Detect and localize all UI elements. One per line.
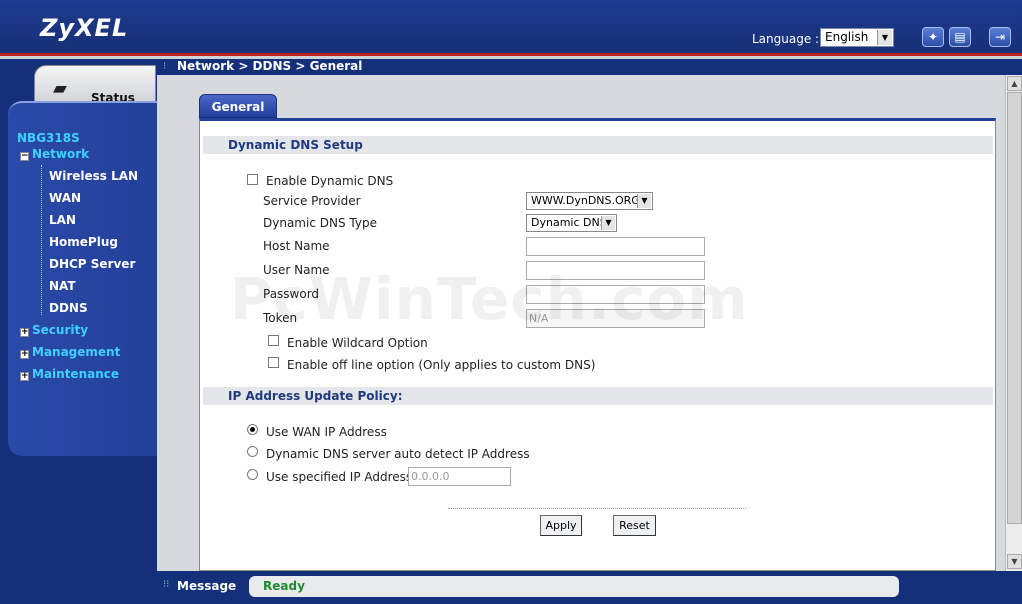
- enable-ddns-checkbox[interactable]: [247, 174, 258, 185]
- offline-option-checkbox[interactable]: [268, 357, 279, 368]
- expand-icon[interactable]: +: [20, 328, 29, 337]
- collapse-icon[interactable]: −: [20, 152, 29, 161]
- language-label: Language :: [752, 32, 820, 46]
- sidebar-item-label: Management: [32, 345, 121, 359]
- chevron-down-icon: ▼: [637, 194, 651, 208]
- vertical-scrollbar[interactable]: ▲ ▼: [1005, 75, 1022, 571]
- scroll-thumb[interactable]: [1007, 92, 1022, 524]
- breadcrumb-icon: ⁝: [163, 61, 167, 72]
- service-provider-select[interactable]: WWW.DynDNS.ORG ▼: [526, 192, 653, 210]
- specified-ip-radio[interactable]: [247, 469, 258, 480]
- use-wan-ip-radio[interactable]: [247, 424, 258, 435]
- settings-panel: Dynamic DNS Setup Enable Dynamic DNS Ser…: [199, 118, 996, 571]
- divider: [448, 508, 746, 509]
- dns-type-select[interactable]: Dynamic DNS ▼: [526, 214, 617, 232]
- message-box: Ready: [249, 576, 899, 597]
- specified-ip-input[interactable]: 0.0.0.0: [408, 467, 511, 486]
- service-provider-label: Service Provider: [263, 194, 361, 208]
- sidebar-item-security[interactable]: + Security: [20, 323, 88, 337]
- status-bar: ⁝⁝ Message Ready: [157, 571, 1022, 604]
- offline-option-label: Enable off line option (Only applies to …: [287, 358, 596, 372]
- auto-detect-ip-label: Dynamic DNS server auto detect IP Addres…: [266, 447, 530, 461]
- breadcrumb-bar: ⁝ Network > DDNS > General: [157, 59, 1022, 75]
- enable-ddns-label: Enable Dynamic DNS: [266, 174, 394, 188]
- sidebar-item-management[interactable]: + Management: [20, 345, 120, 359]
- chevron-down-icon: ▼: [601, 216, 615, 230]
- sidebar-item-label: Network: [32, 147, 90, 161]
- reset-button[interactable]: Reset: [613, 515, 656, 536]
- use-wan-ip-label: Use WAN IP Address: [266, 425, 387, 439]
- dns-type-value: Dynamic DNS: [531, 216, 607, 229]
- service-provider-value: WWW.DynDNS.ORG: [531, 194, 640, 207]
- chevron-down-icon: ▼: [877, 30, 892, 45]
- sidebar-item-wireless-lan[interactable]: Wireless LAN: [49, 169, 138, 183]
- sidebar: ▰ Status NBG318S − Network Wireless LAN W…: [0, 59, 157, 604]
- logout-icon[interactable]: ⇥: [989, 27, 1011, 47]
- message-label: Message: [177, 579, 237, 593]
- sidebar-item-wan[interactable]: WAN: [49, 191, 81, 205]
- notes-icon[interactable]: ▤: [949, 27, 971, 47]
- header: ZyXEL Language : English ▼ ✦ ▤ ⇥: [0, 0, 1022, 56]
- sidebar-item-network[interactable]: − Network: [20, 147, 89, 161]
- sidebar-item-dhcp-server[interactable]: DHCP Server: [49, 257, 135, 271]
- expand-icon[interactable]: +: [20, 372, 29, 381]
- wildcard-checkbox[interactable]: [268, 335, 279, 346]
- specified-ip-label: Use specified IP Address: [266, 470, 413, 484]
- apply-button[interactable]: Apply: [540, 515, 582, 536]
- tree-line: [41, 165, 42, 315]
- wildcard-label: Enable Wildcard Option: [287, 336, 428, 350]
- scroll-down-icon[interactable]: ▼: [1007, 554, 1022, 569]
- dns-type-label: Dynamic DNS Type: [263, 216, 377, 230]
- sidebar-item-homeplug[interactable]: HomePlug: [49, 235, 118, 249]
- host-name-input[interactable]: [526, 237, 705, 256]
- sidebar-item-label: Maintenance: [32, 367, 120, 381]
- section-ip-update-policy: IP Address Update Policy:: [203, 387, 993, 405]
- language-value: English: [825, 30, 869, 44]
- expand-icon[interactable]: +: [20, 350, 29, 359]
- sidebar-item-lan[interactable]: LAN: [49, 213, 76, 227]
- message-icon: ⁝⁝: [163, 579, 170, 590]
- host-name-label: Host Name: [263, 239, 330, 253]
- section-ddns-setup: Dynamic DNS Setup: [203, 136, 993, 154]
- scroll-up-icon[interactable]: ▲: [1007, 76, 1022, 91]
- language-select[interactable]: English ▼: [820, 28, 894, 47]
- breadcrumb: Network > DDNS > General: [177, 59, 363, 73]
- sidebar-item-ddns[interactable]: DDNS: [49, 301, 88, 315]
- sidebar-item-label: Security: [32, 323, 89, 337]
- device-name: NBG318S: [17, 131, 80, 145]
- router-icon: ▰: [53, 78, 67, 99]
- wizard-icon[interactable]: ✦: [922, 27, 944, 47]
- zyxel-logo: ZyXEL: [40, 14, 129, 42]
- sidebar-item-maintenance[interactable]: + Maintenance: [20, 367, 119, 381]
- sidebar-item-nat[interactable]: NAT: [49, 279, 76, 293]
- tab-general[interactable]: General: [199, 94, 277, 118]
- auto-detect-ip-radio[interactable]: [247, 446, 258, 457]
- watermark: PcWinTech.com: [230, 265, 749, 333]
